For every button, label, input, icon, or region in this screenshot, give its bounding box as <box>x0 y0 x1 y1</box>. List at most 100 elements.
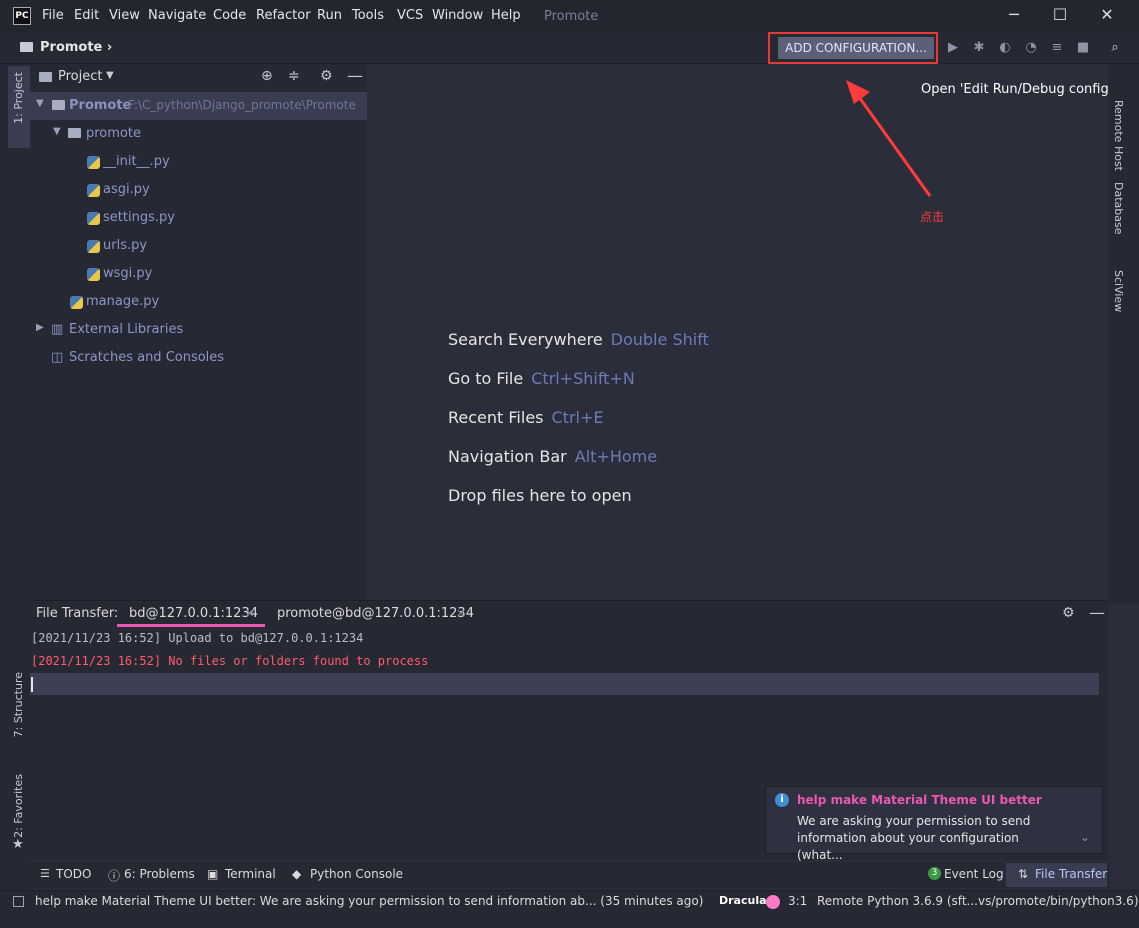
folder-icon <box>52 100 65 110</box>
sciview-tab[interactable]: SciView <box>1112 270 1125 312</box>
hide-panel-icon[interactable]: — <box>1089 603 1105 622</box>
tool-tab-python-console[interactable]: Python Console <box>310 867 403 881</box>
hint-label: Navigation Bar <box>448 447 567 466</box>
add-configuration-button[interactable]: ADD CONFIGURATION... <box>778 37 934 59</box>
menu-run[interactable]: Run <box>317 8 342 23</box>
tree-file[interactable]: urls.py <box>103 238 147 253</box>
hint-shortcut: Ctrl+Shift+N <box>531 369 635 388</box>
run-concurrency-icon[interactable]: ≡ <box>1049 40 1065 56</box>
menu-view[interactable]: View <box>109 8 140 23</box>
pycharm-logo-icon: PC <box>13 7 31 25</box>
notification-title[interactable]: help make Material Theme UI better <box>797 793 1042 807</box>
project-view-icon <box>39 72 52 82</box>
panel-toggle-icon[interactable] <box>13 896 24 907</box>
menu-tools[interactable]: Tools <box>352 8 384 23</box>
menu-file[interactable]: File <box>42 8 64 23</box>
file-transfer-label: File Transfer: <box>36 606 119 621</box>
hint-label: Recent Files <box>448 408 544 427</box>
close-tab-icon[interactable]: ✕ <box>245 607 254 620</box>
menu-vcs[interactable]: VCS <box>397 8 423 23</box>
tool-tab-todo[interactable]: TODO <box>56 867 91 881</box>
chevron-right-icon[interactable]: ▶ <box>36 322 44 333</box>
minimize-icon[interactable]: ─ <box>1002 4 1026 28</box>
project-panel-title[interactable]: Project <box>58 69 102 84</box>
debug-icon[interactable]: ✱ <box>971 40 987 56</box>
tree-file[interactable]: wsgi.py <box>103 266 152 281</box>
hint-shortcut: Alt+Home <box>574 447 658 466</box>
tree-file-manage[interactable]: manage.py <box>86 294 159 309</box>
window-title: Promote <box>544 9 599 24</box>
maximize-icon[interactable]: ☐ <box>1048 4 1072 28</box>
python-file-icon <box>87 240 100 253</box>
menu-window[interactable]: Window <box>432 8 483 23</box>
python-file-icon <box>87 156 100 169</box>
stop-icon[interactable]: ■ <box>1075 40 1091 56</box>
database-tab[interactable]: Database <box>1112 182 1125 235</box>
chevron-down-icon[interactable]: ▼ <box>53 126 61 137</box>
info-icon: i <box>775 793 789 807</box>
theme-name[interactable]: Dracula <box>719 894 767 907</box>
gear-icon[interactable]: ⚙ <box>1062 605 1075 621</box>
tree-external-libraries[interactable]: External Libraries <box>69 322 183 337</box>
locate-icon[interactable]: ⊕ <box>261 68 273 84</box>
collapse-all-icon[interactable]: ≑ <box>288 68 300 84</box>
active-tab-indicator <box>117 624 265 627</box>
search-icon[interactable]: ⌕ <box>1107 40 1123 56</box>
python-console-icon: ◆ <box>292 867 302 881</box>
tree-file[interactable]: __init__.py <box>103 154 170 169</box>
hint-drop-files: Drop files here to open <box>448 486 632 505</box>
hide-panel-icon[interactable]: — <box>347 66 363 85</box>
structure-tool-tab[interactable]: 7: Structure <box>12 672 25 737</box>
tree-file[interactable]: asgi.py <box>103 182 150 197</box>
transfer-tab-bd[interactable]: bd@127.0.0.1:1234 <box>129 606 258 621</box>
python-file-icon <box>70 296 83 309</box>
remote-host-tab[interactable]: Remote Host <box>1112 100 1125 171</box>
terminal-icon: ▣ <box>207 867 219 881</box>
hint-shortcut: Ctrl+E <box>551 408 604 427</box>
close-icon[interactable]: ✕ <box>1095 4 1119 28</box>
notification-body: We are asking your permission to send in… <box>797 814 1031 862</box>
todo-icon: ☰ <box>40 867 50 880</box>
tree-scratches[interactable]: Scratches and Consoles <box>69 350 224 365</box>
tool-tab-problems[interactable]: 6: Problems <box>124 867 195 881</box>
tool-tab-file-transfer[interactable]: File Transfer <box>1035 867 1107 881</box>
chevron-down-icon[interactable]: ▼ <box>36 98 44 109</box>
menu-help[interactable]: Help <box>491 8 521 23</box>
breadcrumb[interactable]: Promote › <box>40 40 112 55</box>
hint-navigation-bar: Navigation Bar Alt+Home <box>448 447 657 466</box>
favorites-tool-tab[interactable]: 2: Favorites <box>12 774 25 838</box>
annotation-arrow-icon <box>846 80 932 197</box>
log-line: [2021/11/23 16:52] Upload to bd@127.0.0.… <box>31 631 364 645</box>
scratches-icon: ◫ <box>51 350 64 365</box>
tooltip: Open 'Edit Run/Debug configurations' <box>921 82 1139 97</box>
python-file-icon <box>87 212 100 225</box>
python-file-icon <box>87 268 100 281</box>
gear-icon[interactable]: ⚙ <box>320 68 333 84</box>
profile-icon[interactable]: ◔ <box>1023 40 1039 56</box>
menu-refactor[interactable]: Refactor <box>256 8 311 23</box>
chevron-down-icon[interactable]: ▼ <box>106 70 114 81</box>
transfer-icon: ⇅ <box>1018 867 1029 881</box>
status-message[interactable]: help make Material Theme UI better: We a… <box>35 894 703 908</box>
tree-root-name[interactable]: Promote <box>69 98 131 113</box>
menu-code[interactable]: Code <box>213 8 246 23</box>
tree-root-path: F:\C_python\Django_promote\Promote <box>128 98 356 112</box>
tree-folder-promote[interactable]: promote <box>86 126 141 141</box>
coverage-icon[interactable]: ◐ <box>997 40 1013 56</box>
caret-position[interactable]: 3:1 <box>788 894 807 908</box>
tree-file[interactable]: settings.py <box>103 210 175 225</box>
menu-navigate[interactable]: Navigate <box>148 8 206 23</box>
hint-go-to-file: Go to File Ctrl+Shift+N <box>448 369 635 388</box>
tool-tab-event-log[interactable]: Event Log <box>944 867 1004 881</box>
run-icon[interactable]: ▶ <box>945 40 961 56</box>
tool-tab-terminal[interactable]: Terminal <box>225 867 276 881</box>
project-tool-tab-label: 1: Project <box>12 72 25 124</box>
interpreter[interactable]: Remote Python 3.6.9 (sft...vs/promote/bi… <box>817 894 1139 908</box>
annotation-label: 点击 <box>920 210 945 224</box>
menu-edit[interactable]: Edit <box>74 8 99 23</box>
project-tool-tab[interactable]: 1: Project <box>8 66 30 148</box>
chevron-down-icon[interactable]: ⌄ <box>1080 830 1090 844</box>
close-tab-icon[interactable]: ✕ <box>456 607 465 620</box>
transfer-tab-promote[interactable]: promote@bd@127.0.0.1:1234 <box>277 606 474 621</box>
console-input-line[interactable] <box>30 673 1099 695</box>
